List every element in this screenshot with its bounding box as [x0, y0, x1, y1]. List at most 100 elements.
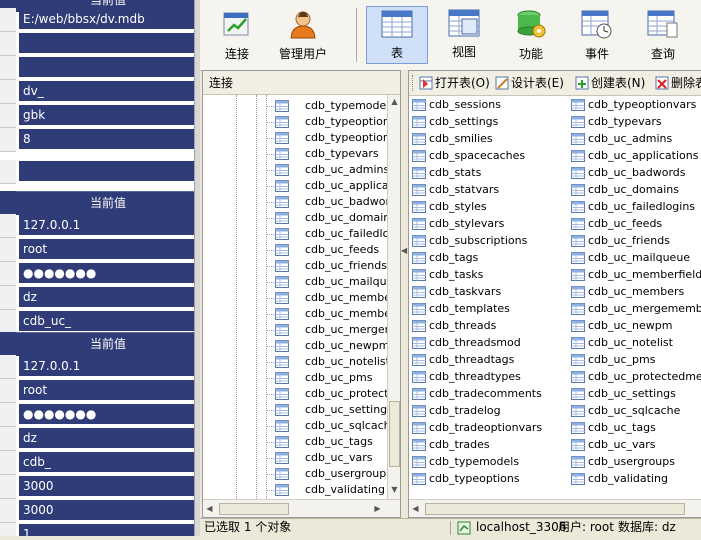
table-list-item[interactable]: cdb_uc_newpm — [571, 318, 701, 334]
table-list-item[interactable]: cdb_spacecaches — [412, 148, 562, 164]
tree-item-table[interactable]: cdb_usergroups — [266, 466, 387, 482]
property-row[interactable]: 127.0.0.1 — [0, 355, 200, 379]
property-value[interactable] — [19, 161, 194, 181]
scroll-thumb[interactable] — [425, 503, 685, 515]
table-list-item[interactable]: cdb_trades — [412, 437, 562, 453]
table-list-item[interactable]: cdb_uc_members — [571, 284, 701, 300]
table-list-item[interactable]: cdb_tradelog — [412, 403, 562, 419]
table-list-item[interactable]: cdb_typeoptionvars — [571, 97, 701, 113]
tree-item-table[interactable]: cdb_uc_vars — [266, 450, 387, 466]
scroll-right-arrow[interactable]: ▶ — [371, 504, 384, 513]
navigator-horizontal-scrollbar[interactable]: ◀ ▶ — [203, 499, 400, 517]
property-row[interactable]: dz — [0, 427, 200, 451]
table-list-item[interactable]: cdb_templates — [412, 301, 562, 317]
table-list-item[interactable]: cdb_subscriptions — [412, 233, 562, 249]
property-value[interactable]: 8 — [19, 129, 194, 149]
toolbar-button-view[interactable]: 视图 — [433, 6, 495, 64]
property-row[interactable]: 3000 — [0, 499, 200, 523]
property-row[interactable]: root — [0, 238, 200, 262]
table-list-item[interactable]: cdb_styles — [412, 199, 562, 215]
property-row[interactable]: 3000 — [0, 475, 200, 499]
table-list-item[interactable]: cdb_uc_domains — [571, 182, 701, 198]
navigator-tree[interactable]: cdb_typemodels cdb_typeoptions cdb_typeopt… — [203, 95, 387, 499]
tree-item-table[interactable]: cdb_uc_members — [266, 306, 387, 322]
table-list-item[interactable]: cdb_stylevars — [412, 216, 562, 232]
property-value[interactable] — [19, 33, 194, 53]
property-row[interactable]: cdb_uc_ — [0, 310, 200, 334]
scroll-left-arrow[interactable]: ◀ — [409, 504, 422, 513]
tree-item-table[interactable]: cdb_uc_failedlogins — [266, 226, 387, 242]
property-value[interactable]: cdb_uc_ — [19, 311, 194, 331]
property-value[interactable]: cdb_ — [19, 452, 194, 472]
table-list-item[interactable]: cdb_tradeoptionvars — [412, 420, 562, 436]
property-row[interactable]: 8 — [0, 128, 200, 152]
table-list-item[interactable]: cdb_tags — [412, 250, 562, 266]
property-row[interactable]: 127.0.0.1 — [0, 214, 200, 238]
property-value[interactable]: 127.0.0.1 — [19, 215, 194, 235]
property-row[interactable]: 1 — [0, 523, 200, 536]
table-list-item[interactable]: cdb_uc_pms — [571, 352, 701, 368]
tree-item-table[interactable]: cdb_uc_mailqueue — [266, 274, 387, 290]
table-list-item[interactable]: cdb_validating — [571, 471, 701, 487]
property-value[interactable]: dv_ — [19, 81, 194, 101]
property-value[interactable]: root — [19, 380, 194, 400]
property-value[interactable]: dz — [19, 287, 194, 307]
navigator-vertical-scrollbar[interactable]: ▲ ▼ — [387, 95, 400, 499]
toolbar-button-function[interactable]: 功能 — [500, 6, 562, 64]
property-row[interactable]: ●●●●●●● — [0, 262, 200, 286]
table-list-item[interactable]: cdb_uc_admins — [571, 131, 701, 147]
property-row[interactable]: ●●●●●●● — [0, 403, 200, 427]
property-row[interactable]: gbk — [0, 104, 200, 128]
splitter-arrow-icon[interactable]: ◀ — [401, 246, 407, 255]
tree-item-table[interactable]: cdb_typevars — [266, 146, 387, 162]
property-value[interactable]: root — [19, 239, 194, 259]
property-value[interactable]: dz — [19, 428, 194, 448]
table-list-item[interactable]: cdb_usergroups — [571, 454, 701, 470]
property-row[interactable]: E:/web/bbsx/dv.mdb — [0, 8, 200, 32]
table-list-item[interactable]: cdb_uc_badwords — [571, 165, 701, 181]
property-value[interactable]: gbk — [19, 105, 194, 125]
tree-item-table[interactable]: cdb_uc_sqlcache — [266, 418, 387, 434]
property-value[interactable]: 3000 — [19, 476, 194, 496]
table-list-item[interactable]: cdb_typeoptions — [412, 471, 562, 487]
tree-item-table[interactable]: cdb_uc_tags — [266, 434, 387, 450]
object-horizontal-scrollbar[interactable]: ◀ — [409, 499, 701, 517]
pane-splitter[interactable]: ◀ — [401, 70, 408, 518]
tree-item-table[interactable]: cdb_uc_friends — [266, 258, 387, 274]
property-row[interactable]: dz — [0, 286, 200, 310]
table-list-item[interactable]: cdb_uc_memberfields — [571, 267, 701, 283]
tree-item-table[interactable]: cdb_uc_memberfields — [266, 290, 387, 306]
tree-item-table[interactable]: cdb_uc_pms — [266, 370, 387, 386]
property-value[interactable]: E:/web/bbsx/dv.mdb — [19, 9, 194, 29]
tree-item-table[interactable]: cdb_uc_protectedmembers — [266, 386, 387, 402]
property-value[interactable] — [19, 57, 194, 77]
scroll-thumb[interactable] — [389, 401, 400, 467]
property-row[interactable]: cdb_ — [0, 451, 200, 475]
table-list-item[interactable]: cdb_threads — [412, 318, 562, 334]
table-list-item[interactable]: cdb_statvars — [412, 182, 562, 198]
property-panel-edge[interactable] — [194, 0, 200, 536]
table-list-item[interactable]: cdb_settings — [412, 114, 562, 130]
tree-item-table[interactable]: cdb_uc_domains — [266, 210, 387, 226]
scroll-down-arrow[interactable]: ▼ — [388, 485, 400, 494]
property-value[interactable]: 3000 — [19, 500, 194, 520]
property-row[interactable] — [0, 32, 200, 56]
tree-item-table[interactable]: cdb_typeoptionvars — [266, 130, 387, 146]
scroll-left-arrow[interactable]: ◀ — [203, 504, 216, 513]
table-list-item[interactable]: cdb_uc_feeds — [571, 216, 701, 232]
table-list-item[interactable]: cdb_threadtypes — [412, 369, 562, 385]
table-list-item[interactable]: cdb_threadtags — [412, 352, 562, 368]
table-list-item[interactable]: cdb_uc_applications — [571, 148, 701, 164]
toolbar-button-table[interactable]: 表 — [366, 6, 428, 64]
property-value[interactable]: 1 — [19, 524, 194, 536]
table-list-item[interactable]: cdb_uc_settings — [571, 386, 701, 402]
table-list-item[interactable]: cdb_uc_protectedmembers — [571, 369, 701, 385]
tree-item-table[interactable]: cdb_uc_notelist — [266, 354, 387, 370]
table-list-item[interactable]: cdb_uc_notelist — [571, 335, 701, 351]
tree-item-table[interactable]: cdb_uc_admins — [266, 162, 387, 178]
tree-item-table[interactable]: cdb_typemodels — [266, 98, 387, 114]
table-list-item[interactable]: cdb_uc_vars — [571, 437, 701, 453]
toolbar-button-event[interactable]: 事件 — [566, 6, 628, 64]
property-row[interactable]: dv_ — [0, 80, 200, 104]
table-list-item[interactable]: cdb_uc_friends — [571, 233, 701, 249]
